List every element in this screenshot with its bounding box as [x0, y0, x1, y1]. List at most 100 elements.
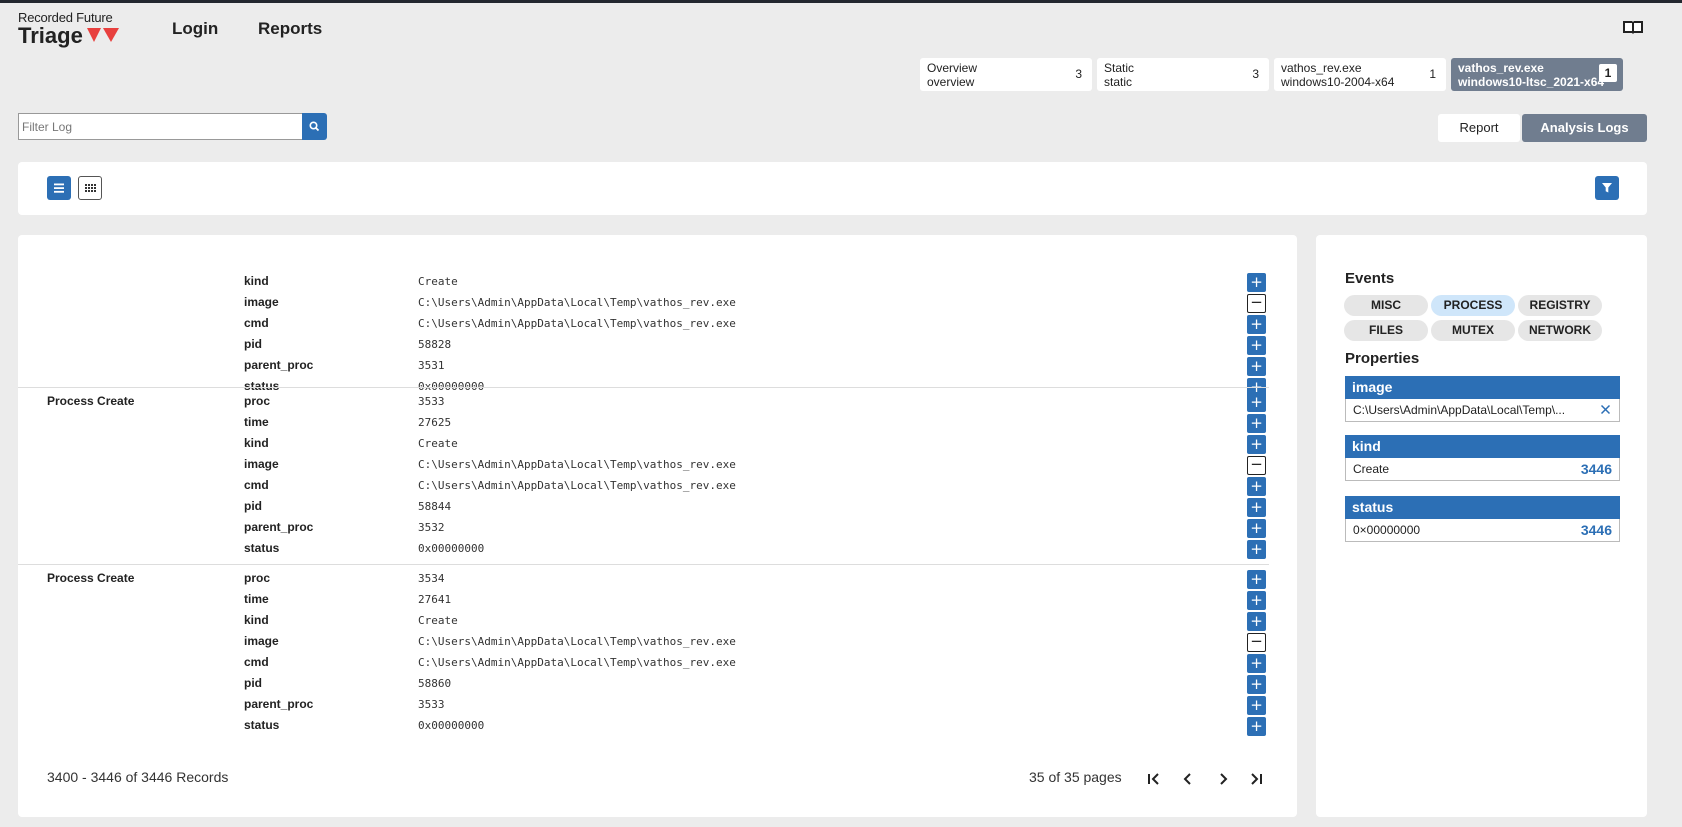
record-value: C:\Users\Admin\AppData\Local\Temp\vathos… — [418, 635, 736, 648]
record-row: pid 58844 + — [18, 496, 1297, 517]
record-value: 58844 — [418, 500, 452, 513]
record-key: pid — [244, 499, 262, 513]
add-filter-button[interactable]: + — [1247, 591, 1266, 610]
add-filter-button[interactable]: + — [1247, 675, 1266, 694]
record-divider — [18, 387, 1269, 388]
list-icon — [54, 183, 64, 193]
tab-subtitle: windows10-ltsc_2021-x64 — [1458, 75, 1605, 89]
record-key: proc — [244, 394, 271, 408]
task-tabs: Overview overview 3 Static static 3 vath… — [920, 58, 1623, 91]
record-row: cmd C:\Users\Admin\AppData\Local\Temp\vat… — [18, 475, 1297, 496]
filter-log-input[interactable]: Filter Log — [18, 113, 303, 140]
add-filter-button[interactable]: + — [1247, 570, 1266, 589]
property-value-row[interactable]: Create 3446 — [1345, 458, 1620, 481]
add-filter-button[interactable]: + — [1247, 336, 1266, 355]
add-filter-button[interactable]: + — [1247, 519, 1266, 538]
grid-view-button[interactable] — [78, 176, 102, 200]
record-value: 0x00000000 — [418, 542, 485, 555]
tab-overview[interactable]: Overview overview 3 — [920, 58, 1092, 91]
nav-reports[interactable]: Reports — [258, 19, 322, 39]
add-filter-button[interactable]: + — [1247, 696, 1266, 715]
chip-misc[interactable]: MISC — [1344, 295, 1428, 316]
remove-filter-button[interactable]: − — [1247, 294, 1266, 313]
add-filter-button[interactable]: + — [1247, 717, 1266, 736]
close-icon[interactable] — [1600, 404, 1611, 415]
add-filter-button[interactable]: + — [1247, 393, 1266, 412]
prev-page-icon[interactable] — [1180, 771, 1196, 787]
tab-title: vathos_rev.exe — [1458, 61, 1544, 75]
record-value: Create — [418, 437, 458, 450]
record-row: proc 3533 + — [18, 391, 1297, 412]
property-value: 0×00000000 — [1353, 523, 1421, 537]
filter-search-button[interactable] — [302, 113, 327, 140]
record-row: parent_proc 3531 + — [18, 355, 1297, 376]
add-filter-button[interactable]: + — [1247, 498, 1266, 517]
record-key: kind — [244, 436, 269, 450]
logo[interactable]: Recorded Future Triage — [18, 10, 121, 49]
record-key: status — [244, 541, 280, 555]
record-value: 27641 — [418, 593, 452, 606]
report-button[interactable]: Report — [1438, 114, 1520, 142]
chip-registry[interactable]: REGISTRY — [1518, 295, 1602, 316]
add-filter-button[interactable]: + — [1247, 654, 1266, 673]
logo-mark-icon — [86, 28, 119, 42]
add-filter-button[interactable]: + — [1247, 477, 1266, 496]
tab-count: 3 — [1075, 67, 1082, 81]
remove-filter-button[interactable]: − — [1247, 456, 1266, 475]
property-kind: kind Create 3446 — [1345, 435, 1620, 481]
chip-files[interactable]: FILES — [1344, 320, 1428, 341]
property-status: status 0×00000000 3446 — [1345, 496, 1620, 542]
record-row: pid 58860 + — [18, 673, 1297, 694]
add-filter-button[interactable]: + — [1247, 540, 1266, 559]
filter-toggle-button[interactable] — [1595, 176, 1619, 200]
record-key: kind — [244, 274, 269, 288]
tab-static[interactable]: Static static 3 — [1097, 58, 1269, 91]
tab-count: 1 — [1599, 64, 1617, 82]
search-icon — [309, 121, 320, 132]
record-key: pid — [244, 337, 262, 351]
record-key: image — [244, 457, 279, 471]
next-page-icon[interactable] — [1215, 771, 1231, 787]
add-filter-button[interactable]: + — [1247, 414, 1266, 433]
add-filter-button[interactable]: + — [1247, 435, 1266, 454]
record-key: cmd — [244, 478, 269, 492]
pages-count: 35 of 35 pages — [1029, 769, 1122, 785]
chip-process[interactable]: PROCESS — [1431, 295, 1515, 316]
add-filter-button[interactable]: + — [1247, 357, 1266, 376]
record-key: image — [244, 295, 279, 309]
add-filter-button[interactable]: + — [1247, 273, 1266, 292]
remove-filter-button[interactable]: − — [1247, 633, 1266, 652]
record-key: time — [244, 592, 269, 606]
last-page-icon[interactable] — [1248, 771, 1264, 787]
record-row: cmd C:\Users\Admin\AppData\Local\Temp\vat… — [18, 313, 1297, 334]
record-divider — [18, 564, 1269, 565]
record-row: time 27625 + — [18, 412, 1297, 433]
book-icon[interactable] — [1622, 19, 1644, 35]
first-page-icon[interactable] — [1146, 771, 1162, 787]
chip-network[interactable]: NETWORK — [1518, 320, 1602, 341]
nav-login[interactable]: Login — [172, 19, 218, 39]
record-key: cmd — [244, 316, 269, 330]
record-value: C:\Users\Admin\AppData\Local\Temp\vathos… — [418, 479, 736, 492]
record-value: C:\Users\Admin\AppData\Local\Temp\vathos… — [418, 317, 736, 330]
chip-mutex[interactable]: MUTEX — [1431, 320, 1515, 341]
record-row: kind Create + — [18, 433, 1297, 454]
records-count: 3400 - 3446 of 3446 Records — [47, 769, 229, 785]
record-row: parent_proc 3533 + — [18, 694, 1297, 715]
record-value: Create — [418, 275, 458, 288]
tab-windows10-ltsc[interactable]: vathos_rev.exe windows10-ltsc_2021-x64 1 — [1451, 58, 1623, 91]
tab-subtitle: overview — [927, 75, 975, 89]
add-filter-button[interactable]: + — [1247, 315, 1266, 334]
list-view-button[interactable] — [47, 176, 71, 200]
property-value: Create — [1353, 462, 1390, 476]
property-value-row[interactable]: 0×00000000 3446 — [1345, 519, 1620, 542]
record-row: pid 58828 + — [18, 334, 1297, 355]
record-row: image C:\Users\Admin\AppData\Local\Temp\v… — [18, 454, 1297, 475]
record-row: image C:\Users\Admin\AppData\Local\Temp\v… — [18, 631, 1297, 652]
add-filter-button[interactable]: + — [1247, 612, 1266, 631]
tab-windows10-2004[interactable]: vathos_rev.exe windows10-2004-x64 1 — [1274, 58, 1446, 91]
analysis-logs-button[interactable]: Analysis Logs — [1522, 114, 1647, 142]
events-heading: Events — [1345, 270, 1395, 287]
record-key: image — [244, 634, 279, 648]
record-value: C:\Users\Admin\AppData\Local\Temp\vathos… — [418, 458, 736, 471]
